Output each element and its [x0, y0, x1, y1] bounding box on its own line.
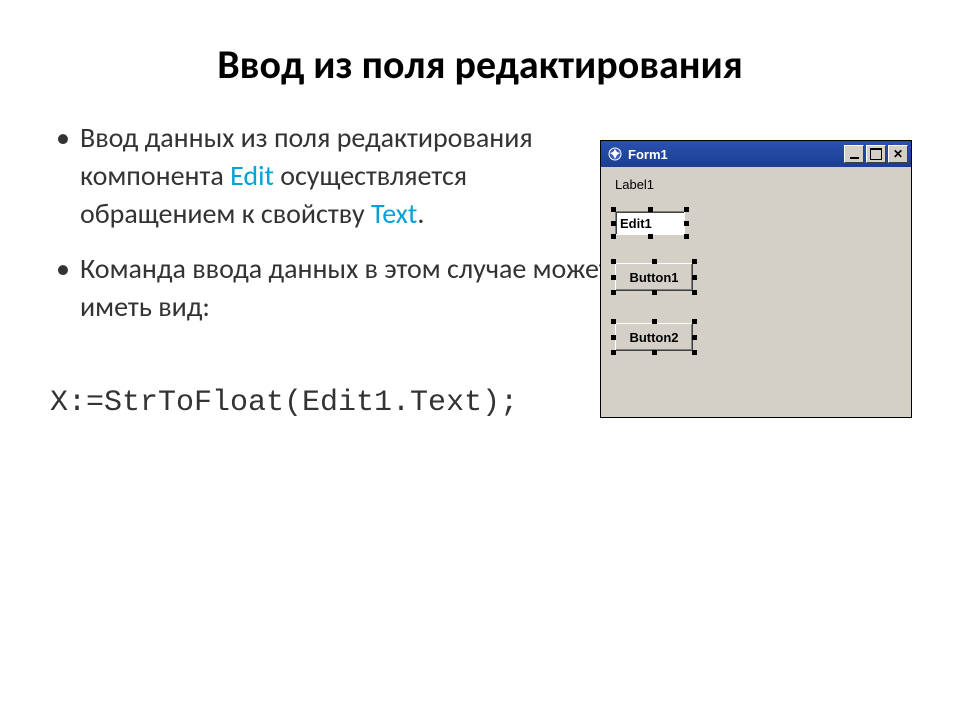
button2-label: Button2 — [629, 330, 678, 345]
label-control: Label1 — [615, 177, 897, 192]
keyword-edit: Edit — [230, 158, 274, 193]
page-title: Ввод из поля редактирования — [50, 40, 910, 89]
edit-value: Edit1 — [620, 216, 652, 231]
form-window: Form1 ✕ Label1 Edit1 — [600, 140, 912, 418]
edit-wrapper: Edit1 — [615, 211, 685, 235]
code-line: X:=StrToFloat(Edit1.Text); — [50, 386, 610, 420]
left-column: Ввод данных из поля редактирования компо… — [50, 119, 610, 420]
keyword-text: Text — [371, 196, 417, 231]
form-client-area: Label1 Edit1 Button1 — [601, 167, 911, 417]
minimize-button[interactable] — [844, 145, 864, 163]
edit-input[interactable]: Edit1 — [615, 211, 685, 235]
maximize-button[interactable] — [866, 145, 886, 163]
app-icon — [607, 146, 623, 162]
button1[interactable]: Button1 — [615, 263, 693, 291]
window-title: Form1 — [628, 147, 844, 162]
titlebar: Form1 ✕ — [601, 141, 911, 167]
text-span: . — [417, 196, 424, 231]
bullet-list: Ввод данных из поля редактирования компо… — [50, 119, 610, 326]
button1-wrapper: Button1 — [615, 263, 693, 291]
slide: Ввод из поля редактирования Ввод данных … — [0, 0, 960, 720]
button2-wrapper: Button2 — [615, 323, 693, 351]
bullet-item: Ввод данных из поля редактирования компо… — [50, 119, 610, 232]
bullet-item: Команда ввода данных в этом случае может… — [50, 250, 610, 326]
button2[interactable]: Button2 — [615, 323, 693, 351]
button1-label: Button1 — [629, 270, 678, 285]
close-button[interactable]: ✕ — [888, 145, 908, 163]
window-controls: ✕ — [844, 145, 908, 163]
